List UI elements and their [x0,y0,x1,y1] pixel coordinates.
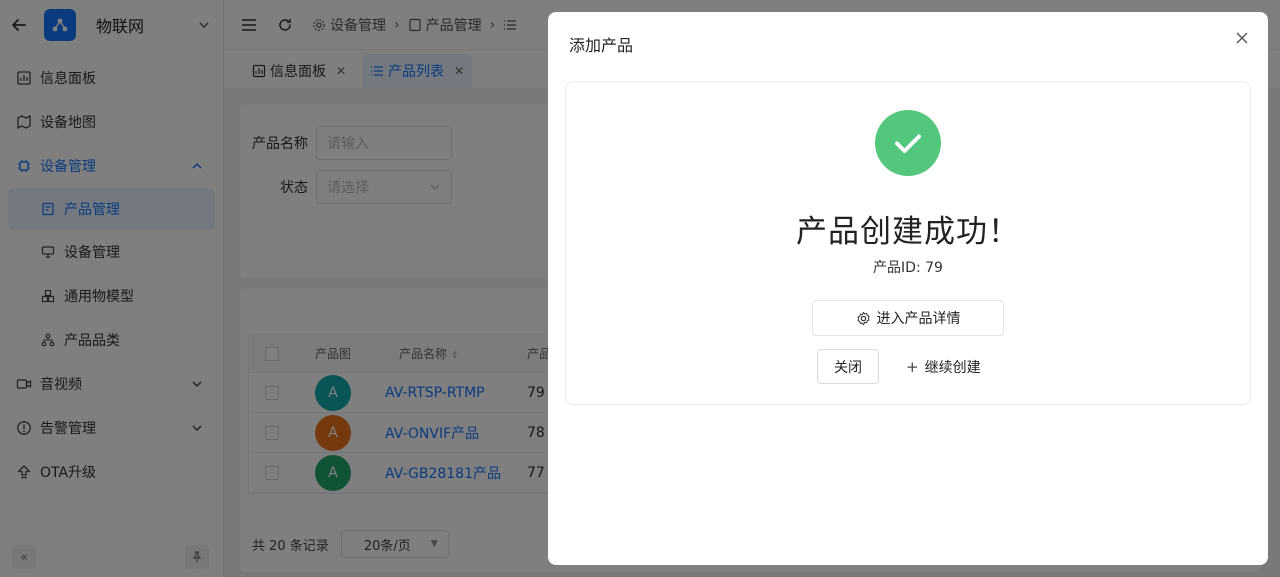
gear-icon [856,311,871,326]
success-panel: 产品创建成功！ 产品ID: 79 进入产品详情 关闭 + 继续创建 [565,81,1251,405]
button-label: 继续创建 [924,359,981,376]
plus-icon: + [906,357,919,376]
product-id-text: 产品ID: 79 [873,260,943,276]
continue-create-button[interactable]: + 继续创建 [906,349,981,384]
enter-product-detail-button[interactable]: 进入产品详情 [812,300,1004,336]
add-product-dialog: 添加产品 产品创建成功！ 产品ID: 79 进入产品详情 关闭 + 继续创建 [548,12,1268,565]
close-icon[interactable] [1234,30,1250,46]
success-check-icon [875,110,941,176]
success-title: 产品创建成功！ [796,214,1020,250]
close-button[interactable]: 关闭 [817,349,879,384]
button-label: 进入产品详情 [876,311,961,327]
dialog-title: 添加产品 [569,36,634,55]
